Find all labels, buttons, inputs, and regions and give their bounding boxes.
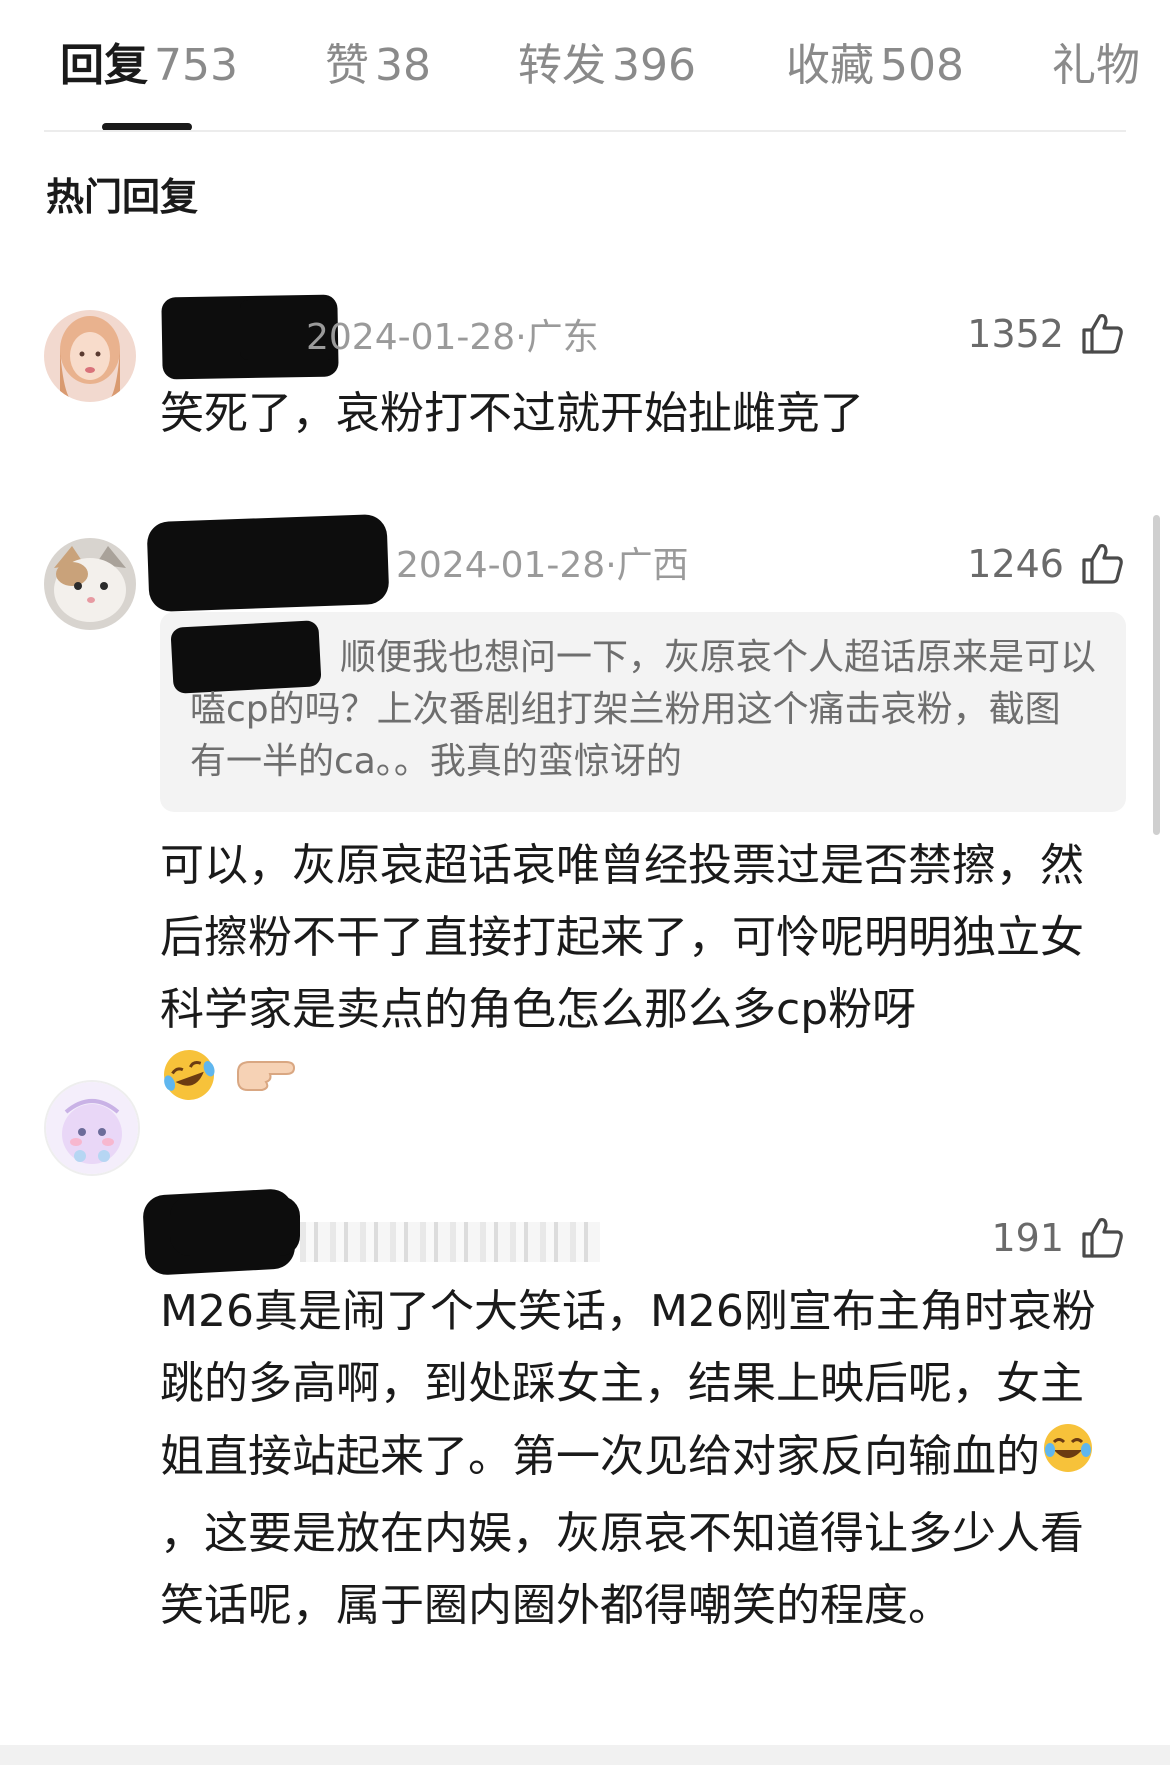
- like-control[interactable]: 1246: [967, 540, 1126, 588]
- comment-tabs: 回复 753 赞 38 转发 396 收藏 508 礼物: [0, 0, 1170, 132]
- like-control[interactable]: 191: [991, 1214, 1126, 1262]
- avatar[interactable]: [44, 310, 136, 402]
- tab-favorites[interactable]: 收藏 508: [786, 38, 964, 94]
- bottom-separator: [0, 1745, 1170, 1765]
- pointing-hand-emoji: [232, 1046, 298, 1126]
- avatar-cat-icon: [44, 538, 136, 630]
- avatar-portrait-icon: [44, 310, 136, 402]
- quoted-reply-text: 顺便我也想问一下，灰原哀个人超话原来是可以嗑cp的吗？上次番剧组打架兰粉用这个痛…: [190, 637, 1097, 782]
- avatar[interactable]: [44, 1080, 140, 1176]
- hot-replies-title: 热门回复: [46, 175, 199, 219]
- thumbs-up-icon: [1082, 544, 1123, 584]
- blurred-meta: [300, 1222, 600, 1262]
- tears-of-joy-emoji: [1040, 1420, 1096, 1498]
- comment-text: 可以，灰原哀超话哀唯曾经投票过是否禁擦，然后擦粉不干了直接打起来了，可怜呢明明独…: [160, 830, 1126, 1126]
- redacted-username: [146, 513, 390, 613]
- thumbs-up-icon: [1082, 314, 1123, 354]
- tabs-divider: [44, 130, 1126, 132]
- scrollbar[interactable]: [1153, 515, 1160, 835]
- comment-meta: 2024-01-28·广西: [396, 545, 689, 586]
- comment-text: 笑死了，哀粉打不过就开始扯雌竞了: [160, 388, 864, 439]
- comment-text: M26真是闹了个大笑话，M26刚宣布主角时哀粉跳的多高啊，到处踩女主，结果上映后…: [160, 1286, 1096, 1631]
- avatar[interactable]: [44, 538, 136, 630]
- quoted-reply[interactable]: 顺便我也想问一下，灰原哀个人超话原来是可以嗑cp的吗？上次番剧组打架兰粉用这个痛…: [160, 612, 1126, 812]
- rolling-laughing-emoji: [160, 1046, 218, 1126]
- comment-meta: 2024-01-28·广东: [306, 317, 599, 358]
- like-control[interactable]: 1352: [967, 310, 1126, 358]
- tab-gifts[interactable]: 礼物: [1052, 38, 1140, 94]
- avatar-cartoon-icon: [46, 1082, 138, 1174]
- tab-reposts[interactable]: 转发 396: [518, 38, 696, 94]
- thumbs-up-icon: [1082, 1218, 1123, 1258]
- tab-replies[interactable]: 回复 753: [60, 38, 238, 94]
- tab-likes[interactable]: 赞 38: [325, 38, 431, 94]
- redacted-username-tail: [170, 1196, 300, 1256]
